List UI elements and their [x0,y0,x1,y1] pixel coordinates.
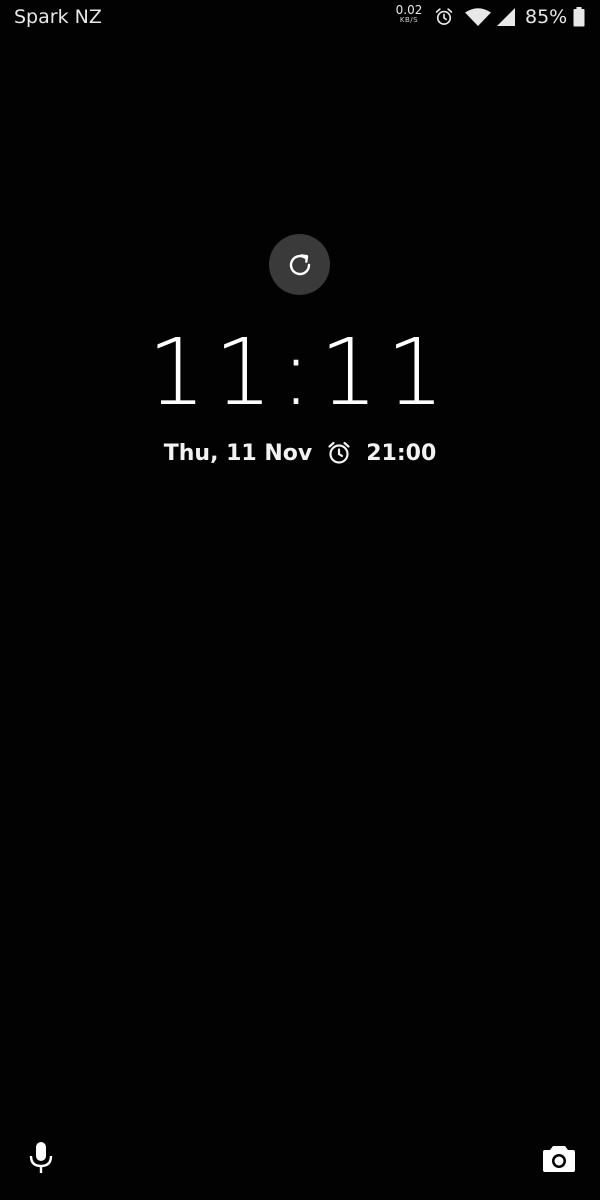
network-speed-unit: KB/S [399,16,419,24]
lock-screen: Spark NZ 0.02 KB/S 85% 11:11 Thu, 11 Nov… [0,0,600,1200]
battery-icon [573,7,585,27]
wifi-icon [465,7,491,27]
network-speed-value: 0.02 [395,3,423,17]
next-alarm-time: 21:00 [366,440,437,466]
refresh-button[interactable] [269,234,330,295]
network-speed: 0.02 KB/S [393,4,425,24]
lock-clock: 11:11 [147,319,453,426]
refresh-icon [289,253,310,275]
next-alarm-icon [326,440,352,466]
date-alarm-row: Thu, 11 Nov 21:00 [0,440,600,466]
date-label: Thu, 11 Nov [163,440,313,466]
camera-icon [543,1146,575,1172]
battery-percent: 85% [525,6,568,28]
status-bar: Spark NZ 0.02 KB/S 85% [0,0,600,36]
cell-signal-icon [496,7,516,27]
alarm-icon [434,7,454,27]
microphone-icon [29,1142,53,1173]
carrier-name: Spark NZ [14,6,102,28]
voice-assist-button[interactable] [26,1140,56,1176]
camera-shortcut-button[interactable] [542,1143,576,1173]
